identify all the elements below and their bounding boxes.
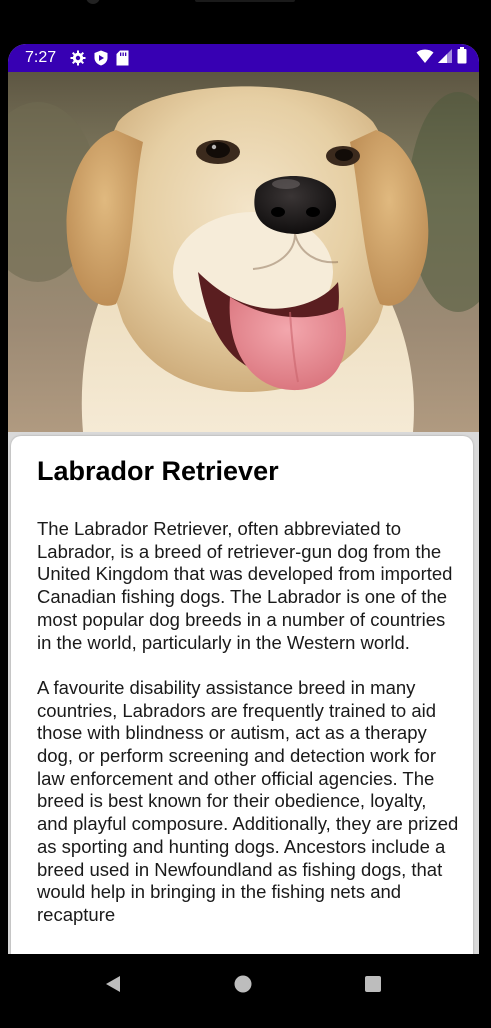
earpiece-speaker <box>195 0 295 2</box>
description-paragraph: A favourite disability assistance breed … <box>37 676 459 925</box>
breed-title: Labrador Retriever <box>37 456 279 486</box>
back-icon[interactable] <box>101 972 125 996</box>
app-screen: 7:27 Labrador Retriever The Labrador Ret… <box>8 44 479 954</box>
home-icon[interactable] <box>231 972 255 996</box>
signal-icon <box>438 48 453 69</box>
sd-card-icon <box>116 50 129 66</box>
dog-photo <box>8 72 479 432</box>
status-bar: 7:27 <box>8 44 479 72</box>
wifi-icon <box>416 48 434 69</box>
recents-icon[interactable] <box>361 972 385 996</box>
device-top-bezel <box>0 0 491 44</box>
navigation-bar <box>0 954 491 1028</box>
gear-icon <box>70 50 86 66</box>
breed-info-card: Labrador Retriever The Labrador Retrieve… <box>11 436 473 954</box>
shield-icon <box>94 50 108 66</box>
breed-description: The Labrador Retriever, often abbreviate… <box>37 518 459 949</box>
battery-icon <box>457 47 467 69</box>
description-paragraph: The Labrador Retriever, often abbreviate… <box>37 518 453 653</box>
front-camera <box>86 0 100 4</box>
status-time: 7:27 <box>25 49 57 66</box>
